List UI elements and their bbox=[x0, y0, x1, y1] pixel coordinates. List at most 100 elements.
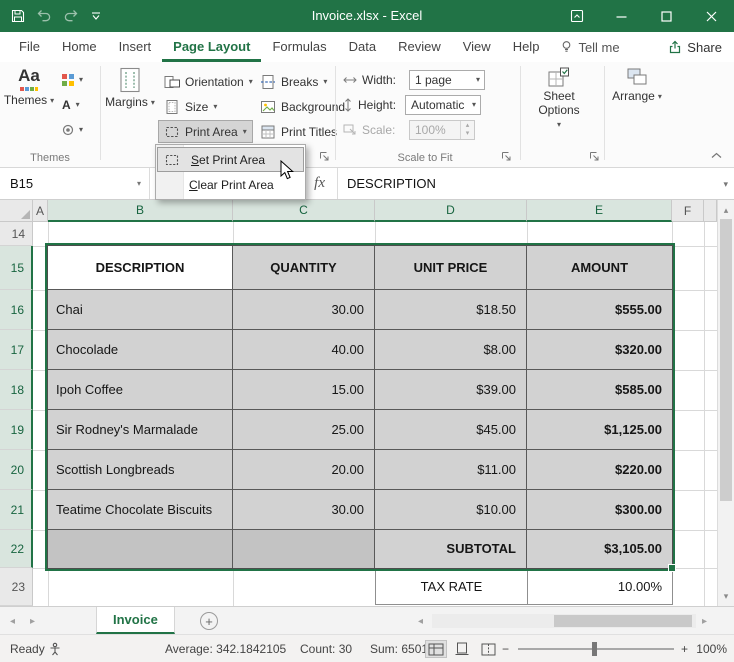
row-header-20[interactable]: 20 bbox=[0, 450, 33, 490]
table-cell[interactable]: $10.00 bbox=[375, 490, 527, 530]
table-cell[interactable]: Teatime Chocolate Biscuits bbox=[48, 490, 233, 530]
sheet-tab-invoice[interactable]: Invoice bbox=[96, 607, 175, 634]
tab-file[interactable]: File bbox=[8, 32, 51, 62]
table-header-cell[interactable]: QUANTITY bbox=[233, 246, 375, 290]
select-all-corner[interactable] bbox=[0, 200, 33, 222]
accessibility-icon[interactable] bbox=[48, 635, 62, 662]
table-cell[interactable]: $220.00 bbox=[527, 450, 672, 490]
hscroll-left-icon[interactable]: ◂ bbox=[418, 607, 423, 635]
row-header-14[interactable]: 14 bbox=[0, 222, 33, 246]
formula-input[interactable]: DESCRIPTION ▾ bbox=[338, 168, 734, 199]
tax-rate-label-cell[interactable]: TAX RATE bbox=[376, 569, 527, 604]
column-header-B[interactable]: B bbox=[48, 200, 233, 222]
column-header-C[interactable]: C bbox=[233, 200, 375, 222]
hscroll-right-icon[interactable]: ▸ bbox=[702, 607, 707, 635]
table-cell[interactable]: Chai bbox=[48, 290, 233, 330]
column-header-A[interactable]: A bbox=[33, 200, 48, 222]
theme-colors-button[interactable]: ▾ bbox=[56, 68, 89, 91]
tell-me-box[interactable]: Tell me bbox=[550, 32, 629, 62]
table-cell[interactable]: Ipoh Coffee bbox=[48, 370, 233, 410]
normal-view-button[interactable] bbox=[425, 640, 447, 658]
menu-item-set-print-area[interactable]: Set Print Area bbox=[157, 147, 304, 172]
orientation-button[interactable]: Orientation ▾ bbox=[158, 70, 259, 93]
arrange-button[interactable]: Arrange▾ bbox=[610, 62, 664, 144]
page-break-preview-button[interactable] bbox=[477, 640, 499, 658]
table-cell[interactable]: $555.00 bbox=[527, 290, 672, 330]
print-area-button[interactable]: Print Area ▾ bbox=[158, 120, 253, 143]
tab-data[interactable]: Data bbox=[338, 32, 387, 62]
row-header-22[interactable]: 22 bbox=[0, 530, 33, 568]
tab-review[interactable]: Review bbox=[387, 32, 452, 62]
table-cell[interactable]: 20.00 bbox=[233, 450, 375, 490]
row-header-17[interactable]: 17 bbox=[0, 330, 33, 370]
customize-quick-access-icon[interactable] bbox=[84, 4, 108, 28]
theme-effects-button[interactable]: ▾ bbox=[56, 118, 89, 141]
column-header-D[interactable]: D bbox=[375, 200, 527, 222]
size-button[interactable]: Size ▾ bbox=[158, 95, 223, 118]
status-average[interactable]: Average: 342.1842105 bbox=[165, 635, 286, 662]
column-header-partial[interactable] bbox=[704, 200, 717, 222]
tax-rate-value-cell[interactable]: 10.00% bbox=[528, 569, 672, 604]
vertical-scrollbar[interactable]: ▴ ▾ bbox=[717, 200, 734, 606]
status-count[interactable]: Count: 30 bbox=[300, 635, 352, 662]
table-cell[interactable]: $39.00 bbox=[375, 370, 527, 410]
table-cell[interactable]: 40.00 bbox=[233, 330, 375, 370]
table-cell[interactable]: Chocolade bbox=[48, 330, 233, 370]
table-cell[interactable]: $45.00 bbox=[375, 410, 527, 450]
subtotal-value-cell[interactable]: $3,105.00 bbox=[527, 530, 672, 568]
row-header-21[interactable]: 21 bbox=[0, 490, 33, 530]
row-header-16[interactable]: 16 bbox=[0, 290, 33, 330]
table-cell[interactable]: Scottish Longbreads bbox=[48, 450, 233, 490]
print-titles-button[interactable]: Print Titles bbox=[254, 120, 343, 143]
table-header-cell[interactable]: AMOUNT bbox=[527, 246, 672, 290]
table-cell[interactable]: $8.00 bbox=[375, 330, 527, 370]
tab-formulas[interactable]: Formulas bbox=[261, 32, 337, 62]
sheet-scroll-left-icon[interactable]: ◂ bbox=[10, 607, 15, 635]
scroll-down-icon[interactable]: ▾ bbox=[718, 587, 734, 605]
table-cell[interactable]: $585.00 bbox=[527, 370, 672, 410]
table-cell[interactable]: 15.00 bbox=[233, 370, 375, 410]
ribbon-display-options-button[interactable] bbox=[554, 0, 599, 32]
subtotal-label-cell[interactable]: SUBTOTAL bbox=[375, 530, 527, 568]
save-icon[interactable] bbox=[6, 4, 30, 28]
table-header-cell[interactable]: UNIT PRICE bbox=[375, 246, 527, 290]
row-header-15[interactable]: 15 bbox=[0, 246, 33, 290]
tab-home[interactable]: Home bbox=[51, 32, 108, 62]
maximize-button[interactable] bbox=[644, 0, 689, 32]
share-button[interactable]: Share bbox=[668, 32, 722, 62]
tab-view[interactable]: View bbox=[452, 32, 502, 62]
themes-button[interactable]: Aa Themes▾ bbox=[6, 62, 52, 144]
page-layout-view-button[interactable] bbox=[451, 640, 473, 658]
close-button[interactable] bbox=[689, 0, 734, 32]
width-combo[interactable]: 1 page▾ bbox=[409, 70, 485, 90]
tab-help[interactable]: Help bbox=[502, 32, 551, 62]
vertical-scrollbar-thumb[interactable] bbox=[720, 219, 732, 501]
sheet-options-dialog-launcher-icon[interactable] bbox=[588, 150, 601, 163]
horizontal-scrollbar-thumb[interactable] bbox=[554, 615, 692, 627]
zoom-out-button[interactable]: − bbox=[502, 635, 509, 662]
breaks-button[interactable]: Breaks ▾ bbox=[254, 70, 333, 93]
scale-to-fit-dialog-launcher-icon[interactable] bbox=[500, 150, 513, 163]
column-header-F[interactable]: F bbox=[672, 200, 704, 222]
horizontal-scrollbar[interactable] bbox=[432, 614, 696, 628]
table-cell[interactable]: Sir Rodney's Marmalade bbox=[48, 410, 233, 450]
zoom-level[interactable]: 100% bbox=[696, 635, 727, 662]
margins-button[interactable]: Margins▾ bbox=[106, 62, 154, 144]
theme-fonts-button[interactable]: A ▾ bbox=[56, 93, 86, 116]
undo-icon[interactable] bbox=[32, 4, 56, 28]
height-combo[interactable]: Automatic▾ bbox=[405, 95, 481, 115]
tab-page-layout[interactable]: Page Layout bbox=[162, 32, 261, 62]
name-box[interactable]: B15 ▾ bbox=[0, 168, 150, 199]
table-cell[interactable]: $18.50 bbox=[375, 290, 527, 330]
table-cell[interactable]: $11.00 bbox=[375, 450, 527, 490]
name-box-dropdown-icon[interactable]: ▾ bbox=[137, 180, 141, 188]
selection-fill-handle[interactable] bbox=[668, 564, 676, 572]
row-header-18[interactable]: 18 bbox=[0, 370, 33, 410]
menu-item-clear-print-area[interactable]: Clear Print Area bbox=[156, 172, 305, 197]
row-header-19[interactable]: 19 bbox=[0, 410, 33, 450]
tab-insert[interactable]: Insert bbox=[108, 32, 163, 62]
table-cell[interactable]: $320.00 bbox=[527, 330, 672, 370]
new-sheet-button[interactable]: + bbox=[200, 612, 218, 630]
zoom-in-button[interactable]: + bbox=[681, 635, 688, 662]
table-cell[interactable] bbox=[233, 530, 375, 568]
